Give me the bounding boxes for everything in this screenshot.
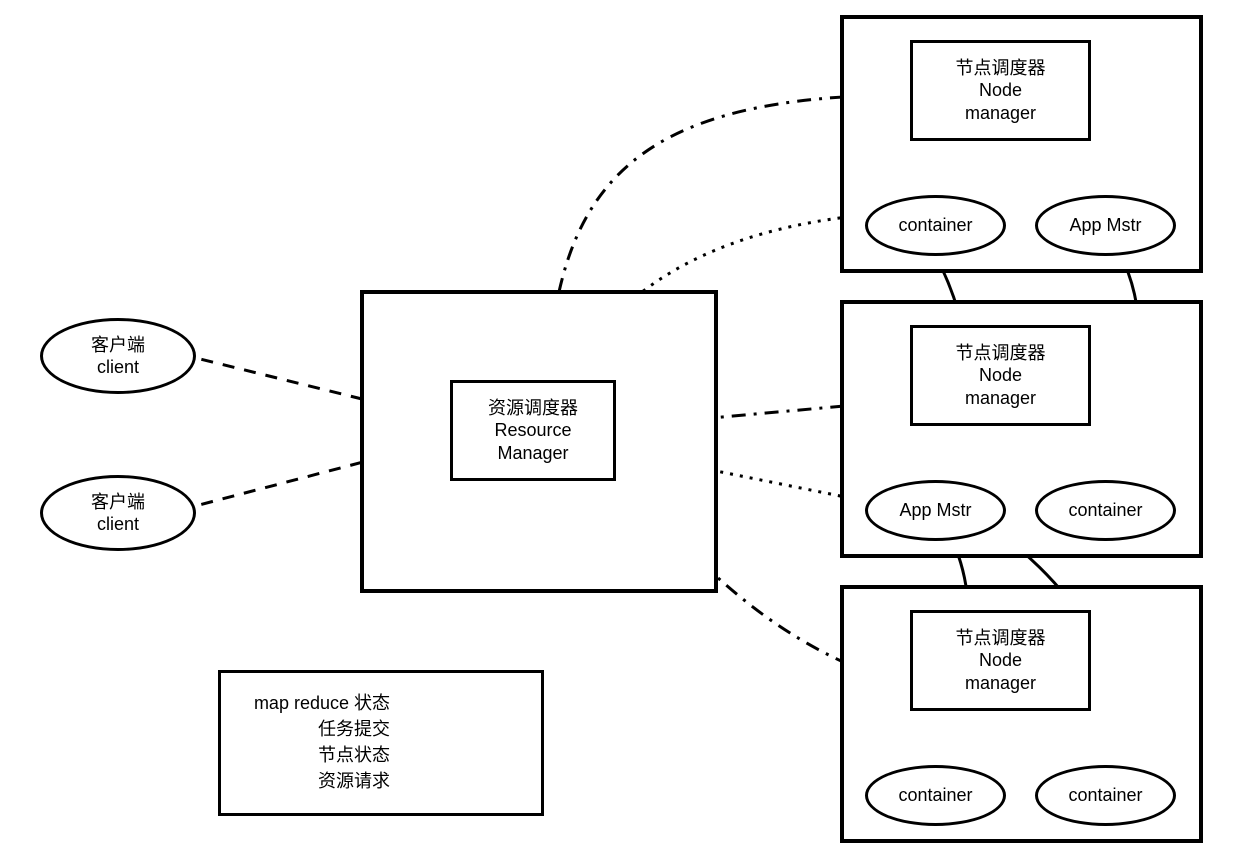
legend-mapreduce: map reduce 状态 <box>225 689 390 715</box>
container-n1: container <box>865 195 1006 256</box>
client-1-label: 客户端 client <box>91 334 145 379</box>
client-2-label: 客户端 client <box>91 491 145 536</box>
client-2: 客户端 client <box>40 475 196 551</box>
client-1: 客户端 client <box>40 318 196 394</box>
resource-manager: 资源调度器 Resource Manager <box>450 380 616 481</box>
legend-nodestatus: 节点状态 <box>225 741 390 767</box>
appmstr-1-label: App Mstr <box>1069 214 1141 237</box>
container-n2: container <box>1035 480 1176 541</box>
app-mstr-2: App Mstr <box>865 480 1006 541</box>
node-manager-3: 节点调度器 Node manager <box>910 610 1091 711</box>
node-manager-1: 节点调度器 Node manager <box>910 40 1091 141</box>
appmstr-2-label: App Mstr <box>899 499 971 522</box>
container-n3a-label: container <box>898 784 972 807</box>
app-mstr-1: App Mstr <box>1035 195 1176 256</box>
legend-resreq: 资源请求 <box>225 767 390 793</box>
container-n3b: container <box>1035 765 1176 826</box>
node-manager-2: 节点调度器 Node manager <box>910 325 1091 426</box>
rm-label: 资源调度器 Resource Manager <box>488 397 578 465</box>
nm-2-label: 节点调度器 Node manager <box>956 342 1046 410</box>
nm-1-label: 节点调度器 Node manager <box>956 57 1046 125</box>
container-n3b-label: container <box>1068 784 1142 807</box>
container-n1-label: container <box>898 214 972 237</box>
container-n2-label: container <box>1068 499 1142 522</box>
container-n3a: container <box>865 765 1006 826</box>
legend-submit: 任务提交 <box>225 715 390 741</box>
nm-3-label: 节点调度器 Node manager <box>956 627 1046 695</box>
